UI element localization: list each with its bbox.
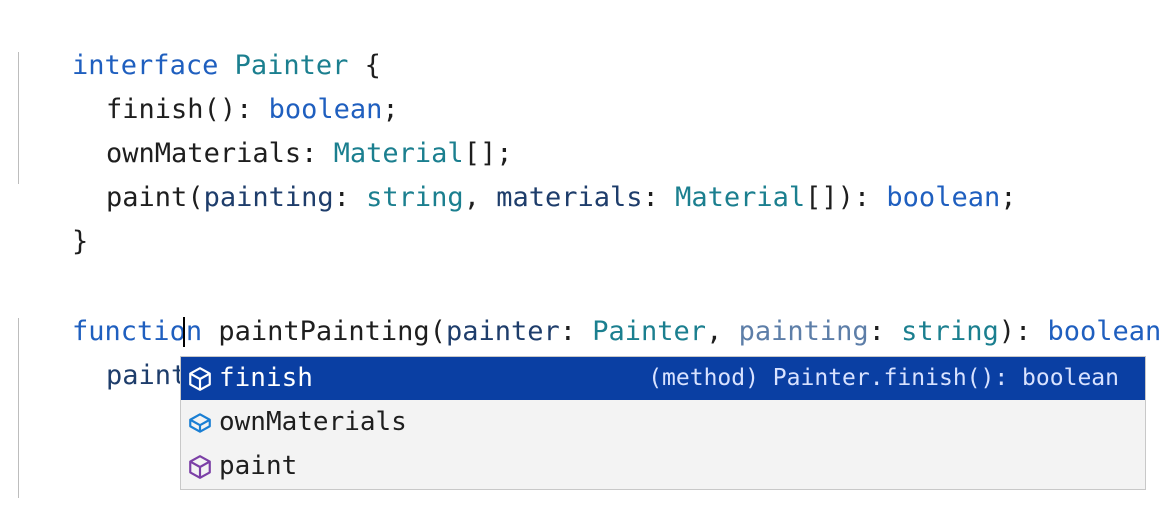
code-line-8: painter. — [41, 310, 236, 391]
method-cube-icon — [189, 454, 211, 479]
type-string: string — [901, 316, 999, 347]
code-line-1: interface Painter { — [7, 0, 381, 81]
code-line-4: paint(painting: string, materials: Mater… — [41, 132, 1016, 213]
suggest-widget[interactable]: finish (method) Painter.finish(): boolea… — [180, 356, 1146, 490]
param-painting: painting — [203, 182, 334, 213]
type-boolean: boolean — [1047, 316, 1161, 347]
param-materials: materials — [496, 182, 643, 213]
code-line-5: } — [7, 176, 88, 257]
close-paren: []): — [805, 182, 871, 213]
close-paren: ): — [998, 316, 1032, 347]
open-paren: ( — [429, 316, 446, 347]
suggest-item-finish[interactable]: finish (method) Painter.finish(): boolea… — [181, 357, 1145, 400]
member-paint: paint — [106, 182, 188, 213]
close-brace: } — [72, 226, 89, 257]
text-cursor — [183, 317, 185, 347]
method-cube-icon — [189, 366, 211, 391]
colon: : — [642, 182, 659, 213]
colon: : — [559, 316, 576, 347]
comma: , — [706, 316, 723, 347]
type-boolean: boolean — [886, 182, 1001, 213]
code-line-2: finish(): boolean; — [41, 44, 399, 125]
comma: , — [463, 182, 480, 213]
type-painter: Painter — [592, 316, 707, 347]
colon: : — [333, 182, 350, 213]
suggest-item-paint[interactable]: paint — [181, 445, 1145, 488]
param-painter: painter — [445, 316, 560, 347]
suggest-item-label: ownMaterials — [219, 407, 407, 437]
property-cube-icon — [189, 412, 211, 433]
suggest-item-label: finish — [219, 363, 313, 393]
semicolon: ; — [1000, 182, 1017, 213]
suggest-item-label: paint — [219, 451, 298, 481]
code-line-7: function paintPainting(painter: Painter,… — [7, 266, 1161, 347]
colon: : — [868, 316, 885, 347]
suggest-item-detail: (method) Painter.finish(): boolean — [648, 365, 1119, 391]
type-string: string — [366, 182, 464, 213]
code-line-3: ownMaterials: Material[]; — [41, 88, 512, 169]
type-material: Material — [675, 182, 806, 213]
code-editor[interactable]: interface Painter { finish(): boolean; o… — [0, 0, 1161, 506]
function-name: paintPainting — [218, 316, 430, 347]
suggest-item-ownMaterials[interactable]: ownMaterials — [181, 401, 1145, 444]
open-paren: ( — [187, 182, 204, 213]
param-painting: painting — [738, 316, 869, 347]
